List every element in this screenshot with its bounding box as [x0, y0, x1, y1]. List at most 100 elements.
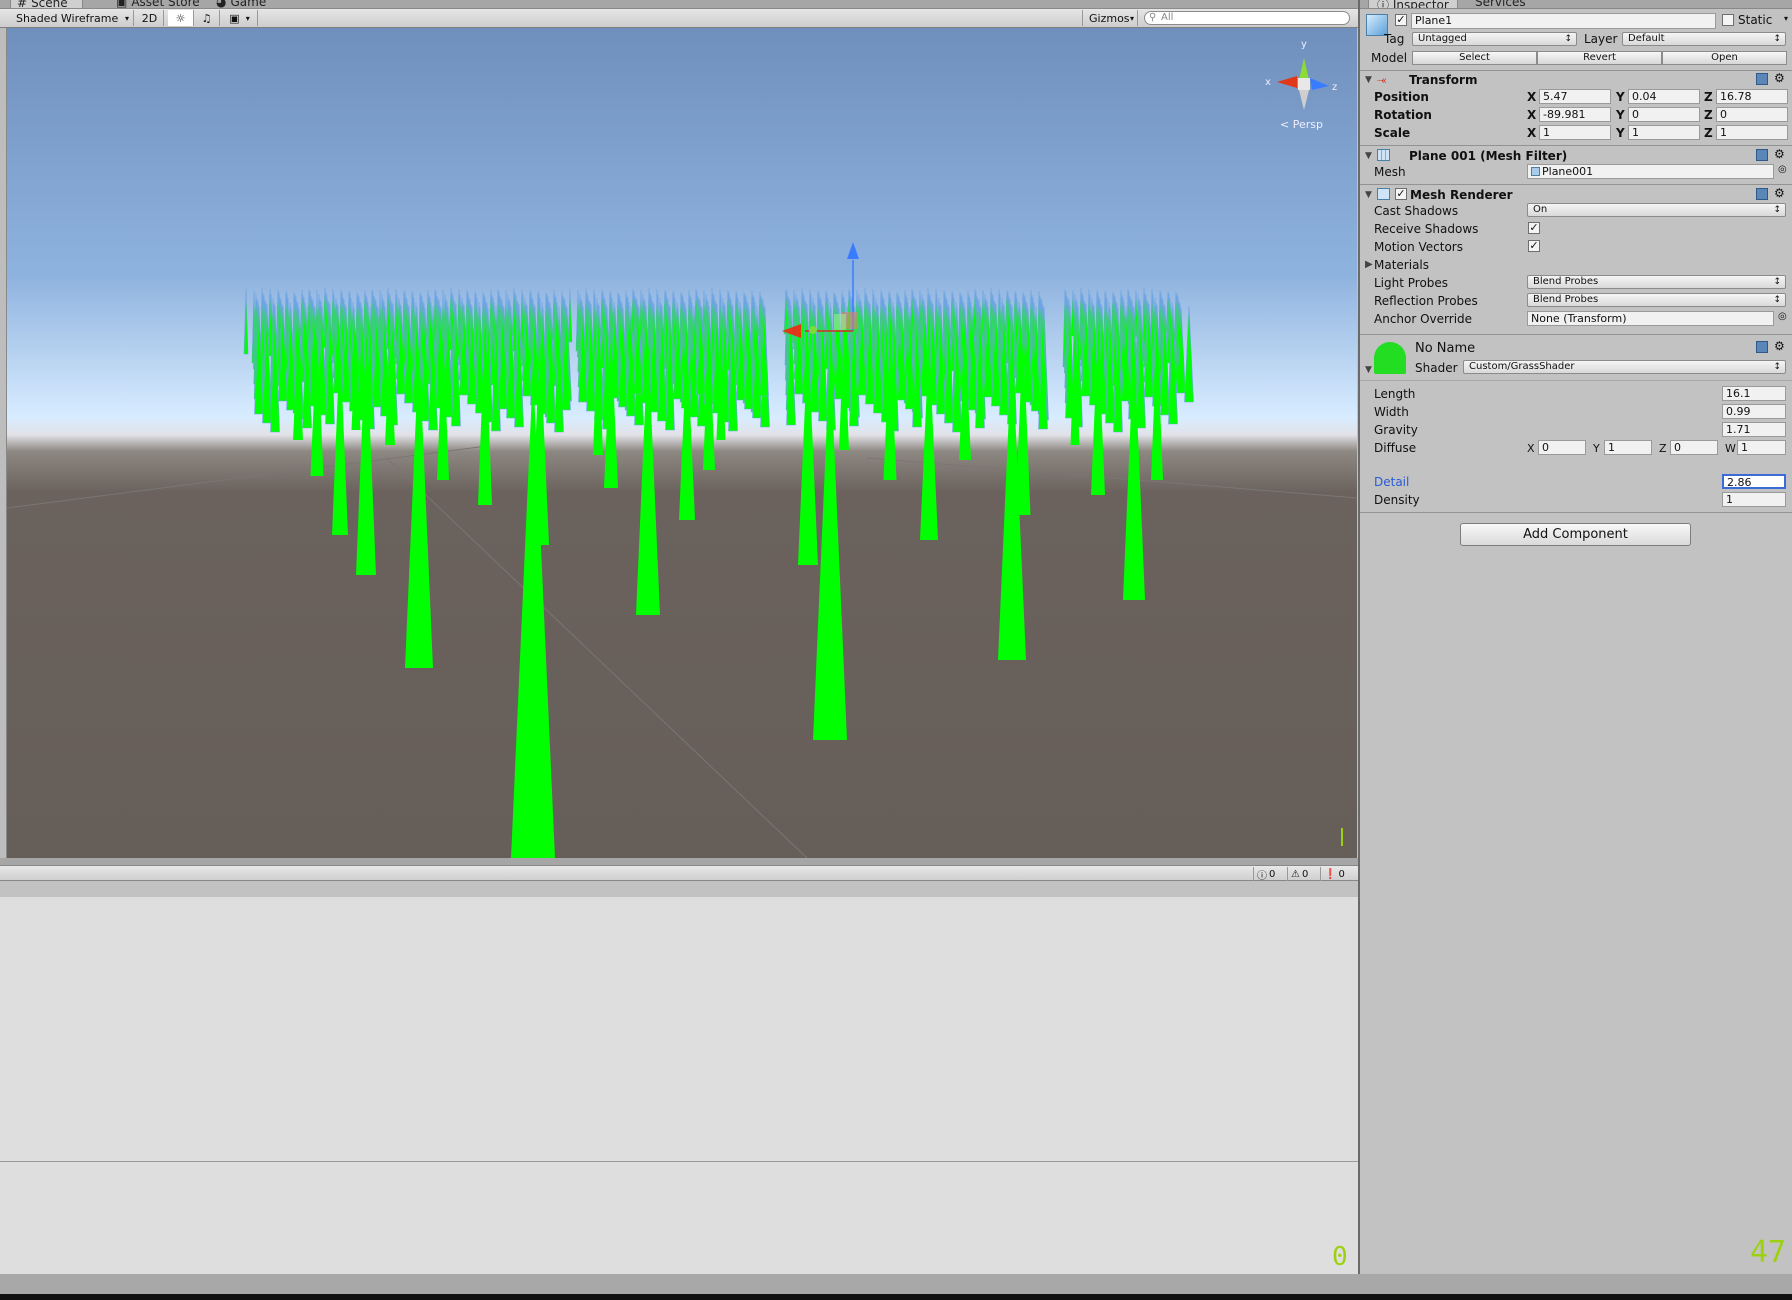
orientation-gizmo[interactable]: y x z — [1265, 39, 1337, 110]
projection-label: Persp — [1292, 118, 1323, 131]
shader-dropdown[interactable]: Custom/GrassShader — [1463, 360, 1786, 374]
motion-vectors-checkbox[interactable]: ✓ — [1528, 240, 1540, 252]
gear-icon[interactable]: ⚙ — [1774, 147, 1785, 161]
help-book-icon[interactable] — [1756, 149, 1768, 161]
chevron-down-icon[interactable]: ▾ — [1784, 14, 1788, 23]
light-probes-dropdown[interactable]: Blend Probes — [1527, 275, 1786, 289]
scale-z-field[interactable]: 1 — [1716, 125, 1788, 140]
object-picker-icon[interactable]: ◎ — [1778, 311, 1787, 322]
projection-toggle[interactable]: < Persp — [1280, 118, 1323, 131]
rotation-x-field[interactable]: -89.981 — [1539, 107, 1611, 122]
reflection-probes-dropdown[interactable]: Blend Probes — [1527, 293, 1786, 307]
help-book-icon[interactable] — [1756, 188, 1768, 200]
receive-shadows-checkbox[interactable]: ✓ — [1528, 222, 1540, 234]
materials-foldout[interactable]: Materials — [1374, 258, 1429, 272]
scene-viewport[interactable]: y x z < Persp — [7, 28, 1357, 858]
add-component-button[interactable]: Add Component — [1460, 523, 1691, 546]
gear-icon[interactable]: ⚙ — [1774, 71, 1785, 85]
scale-x-field[interactable]: 1 — [1539, 125, 1611, 140]
draw-mode-dropdown[interactable]: Shaded Wireframe ▾ — [10, 10, 134, 26]
gravity-label: Gravity — [1374, 423, 1418, 437]
density-field[interactable]: 1 — [1722, 492, 1786, 507]
object-picker-icon[interactable]: ◎ — [1778, 164, 1787, 175]
console-log-list[interactable] — [0, 897, 1358, 1162]
scene-search-input[interactable]: ⚲ All — [1144, 11, 1350, 25]
diffuse-w-field[interactable]: 1 — [1737, 440, 1786, 455]
gizmo-yz-plane[interactable] — [834, 314, 846, 330]
mesh-field[interactable]: Plane001 — [1527, 164, 1774, 179]
position-x-field[interactable]: 5.47 — [1539, 89, 1611, 104]
position-label: Position — [1374, 90, 1429, 104]
gizmos-dropdown[interactable]: Gizmos ▾ — [1082, 10, 1138, 26]
tab-services[interactable]: Services — [1467, 0, 1534, 8]
model-select-button[interactable]: Select — [1412, 51, 1537, 65]
section-divider — [1360, 380, 1792, 381]
console-separator — [0, 858, 1358, 865]
gizmo-y-cone[interactable] — [1299, 58, 1309, 80]
grass-blade — [511, 370, 555, 858]
gizmo-x-cone[interactable] — [1277, 76, 1297, 88]
mesh-renderer-enabled-checkbox[interactable]: ✓ — [1395, 188, 1407, 200]
console-detail-pane[interactable]: 0 — [0, 1162, 1358, 1274]
tab-label: Inspector — [1392, 0, 1449, 9]
cast-shadows-dropdown[interactable]: On — [1527, 203, 1786, 217]
collapse-triangle-icon[interactable]: ▼ — [1365, 365, 1372, 375]
warning-count: 0 — [1301, 868, 1309, 880]
model-open-button[interactable]: Open — [1662, 51, 1787, 65]
position-z-field[interactable]: 16.78 — [1716, 89, 1788, 104]
draw-mode-label: Shaded Wireframe — [16, 11, 119, 25]
info-icon: ⓘ — [1257, 870, 1267, 882]
gizmo-center-cube[interactable] — [1298, 78, 1310, 90]
gravity-field[interactable]: 1.71 — [1722, 422, 1786, 437]
static-checkbox[interactable] — [1722, 14, 1734, 26]
grid-line — [386, 457, 808, 858]
w-label: W — [1725, 442, 1736, 455]
width-field[interactable]: 0.99 — [1722, 404, 1786, 419]
scale-y-field[interactable]: 1 — [1628, 125, 1700, 140]
collapse-triangle-icon[interactable]: ▼ — [1365, 190, 1372, 200]
mesh-renderer-icon — [1377, 188, 1390, 200]
collapse-triangle-icon[interactable]: ▼ — [1365, 75, 1372, 85]
detail-field[interactable]: 2.86 — [1722, 474, 1786, 489]
audio-toggle-button[interactable]: ♫ — [194, 10, 220, 26]
rotation-z-field[interactable]: 0 — [1716, 107, 1788, 122]
gizmo-z-cone[interactable] — [1310, 78, 1329, 90]
help-book-icon[interactable] — [1756, 73, 1768, 85]
2d-toggle-button[interactable]: 2D — [136, 10, 164, 26]
help-book-icon[interactable] — [1756, 341, 1768, 353]
layer-dropdown[interactable]: Default — [1622, 32, 1786, 46]
rotation-label: Rotation — [1374, 108, 1432, 122]
object-name-field[interactable]: Plane1 — [1411, 13, 1716, 29]
section-divider — [1360, 145, 1792, 146]
warning-counter-toggle[interactable]: ⚠ 0 — [1287, 867, 1308, 881]
gear-icon[interactable]: ⚙ — [1774, 186, 1785, 200]
gizmo-neg-y-cone[interactable] — [1299, 90, 1309, 110]
length-field[interactable]: 16.1 — [1722, 386, 1786, 401]
effects-dropdown[interactable]: ▣ ▾ — [222, 10, 258, 26]
tab-inspector[interactable]: ⓘ Inspector — [1368, 0, 1458, 9]
tab-asset-store[interactable]: ▣ Asset Store — [116, 0, 200, 8]
diffuse-label: Diffuse — [1374, 441, 1417, 455]
lighting-toggle-button[interactable]: ☼ — [168, 10, 194, 26]
diffuse-x-field[interactable]: 0 — [1538, 440, 1586, 455]
gizmo-z-handle[interactable] — [809, 326, 817, 334]
gizmo-y-arrow[interactable] — [847, 242, 859, 259]
y-label: Y — [1616, 108, 1625, 122]
gear-icon[interactable]: ⚙ — [1774, 339, 1785, 353]
tag-dropdown[interactable]: Untagged — [1412, 32, 1577, 46]
z-label: Z — [1659, 442, 1667, 455]
tab-game[interactable]: ◕ Game — [216, 0, 266, 8]
active-checkbox[interactable]: ✓ — [1395, 14, 1407, 26]
collapse-triangle-icon[interactable]: ▼ — [1365, 151, 1372, 161]
chevron-left-icon: < — [1280, 118, 1290, 131]
diffuse-z-field[interactable]: 0 — [1670, 440, 1718, 455]
diffuse-y-field[interactable]: 1 — [1604, 440, 1652, 455]
model-revert-button[interactable]: Revert — [1537, 51, 1662, 65]
tab-scene[interactable]: # Scene — [10, 0, 83, 8]
rotation-y-field[interactable]: 0 — [1628, 107, 1700, 122]
position-y-field[interactable]: 0.04 — [1628, 89, 1700, 104]
expand-triangle-icon[interactable]: ▶ — [1365, 259, 1373, 270]
error-counter-toggle[interactable]: ❗ 0 — [1320, 867, 1345, 881]
anchor-override-field[interactable]: None (Transform) — [1527, 311, 1774, 326]
info-counter-toggle[interactable]: ⓘ 0 — [1253, 867, 1275, 882]
